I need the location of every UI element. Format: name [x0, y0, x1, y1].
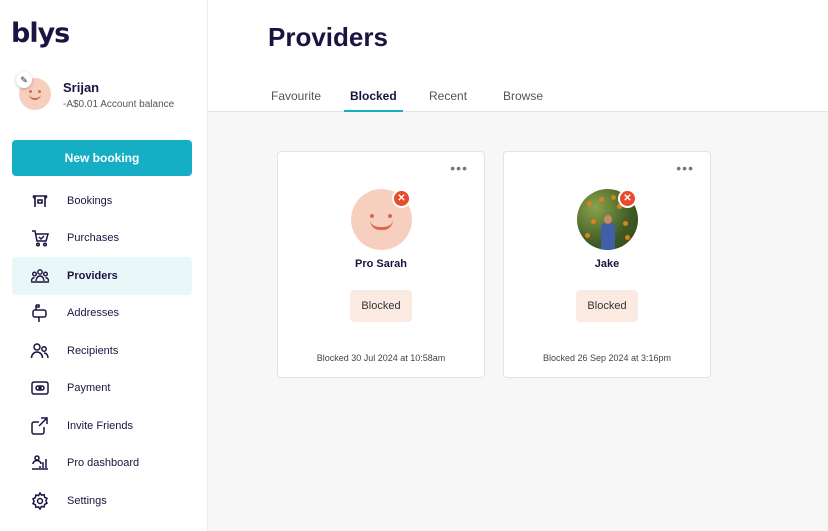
sidebar-item-settings[interactable]: Settings	[12, 482, 192, 520]
provider-name: Jake	[594, 258, 620, 270]
provider-tabs: Favourite Blocked Recent Browse	[208, 80, 828, 112]
sidebar-item-label: Invite Friends	[67, 419, 134, 432]
sidebar-item-label: Addresses	[67, 307, 119, 320]
bookings-icon	[12, 191, 67, 211]
unblock-remove-icon[interactable]: ✕	[618, 189, 637, 208]
sidebar: blys ✎ Srijan -A$0.01 Account balance Ne…	[0, 0, 208, 531]
cart-icon	[12, 228, 67, 248]
mailbox-icon	[12, 303, 67, 323]
more-options-icon[interactable]: •••	[676, 160, 694, 176]
sidebar-item-bookings[interactable]: Bookings	[12, 182, 192, 220]
provider-name: Pro Sarah	[355, 258, 407, 270]
gear-icon	[12, 491, 67, 511]
card-icon	[12, 378, 67, 398]
page-title: Providers	[268, 22, 388, 52]
tab-blocked[interactable]: Blocked	[344, 89, 403, 112]
blocked-status-button[interactable]: Blocked	[350, 290, 412, 322]
blocked-date: Blocked 26 Sep 2024 at 3:16pm	[542, 353, 672, 363]
providers-icon	[12, 266, 67, 286]
tab-favourite[interactable]: Favourite	[271, 89, 321, 112]
dashboard-icon	[12, 453, 67, 473]
share-icon	[12, 416, 67, 436]
sidebar-item-payment[interactable]: Payment	[12, 370, 192, 408]
sidebar-item-label: Bookings	[67, 194, 113, 207]
sidebar-item-label: Purchases	[67, 232, 119, 245]
provider-card[interactable]: ••• ✕ Jake Blocked Blocked 26 Sep 2024 a…	[503, 151, 711, 378]
sidebar-item-label: Recipients	[67, 344, 119, 357]
sidebar-item-label: Settings	[67, 494, 107, 507]
sidebar-nav: Bookings Purchases Providers Addresses R…	[12, 182, 192, 520]
sidebar-item-label: Payment	[67, 382, 111, 395]
tab-browse[interactable]: Browse	[503, 89, 543, 112]
new-booking-button[interactable]: New booking	[12, 140, 192, 176]
provider-card[interactable]: ••• ✕ Pro Sarah Blocked Blocked 30 Jul 2…	[277, 151, 485, 378]
account-balance: -A$0.01 Account balance	[63, 99, 175, 110]
sidebar-item-purchases[interactable]: Purchases	[12, 220, 192, 258]
sidebar-item-addresses[interactable]: Addresses	[12, 295, 192, 333]
tab-recent[interactable]: Recent	[429, 89, 467, 112]
user-name: Srijan	[63, 80, 100, 95]
users-icon	[12, 341, 67, 361]
blocked-date: Blocked 30 Jul 2024 at 10:58am	[316, 353, 446, 363]
sidebar-item-label: Pro dashboard	[67, 457, 140, 470]
sidebar-item-pro-dashboard[interactable]: Pro dashboard	[12, 445, 192, 483]
sidebar-item-invite-friends[interactable]: Invite Friends	[12, 407, 192, 445]
sidebar-item-providers[interactable]: Providers	[12, 257, 192, 295]
blocked-status-button[interactable]: Blocked	[576, 290, 638, 322]
user-avatar[interactable]: ✎	[16, 72, 51, 110]
unblock-remove-icon[interactable]: ✕	[392, 189, 411, 208]
sidebar-item-label: Providers	[67, 269, 118, 282]
app-logo[interactable]: blys	[11, 18, 70, 49]
more-options-icon[interactable]: •••	[450, 160, 468, 176]
edit-pencil-icon[interactable]: ✎	[16, 72, 32, 88]
sidebar-item-recipients[interactable]: Recipients	[12, 332, 192, 370]
